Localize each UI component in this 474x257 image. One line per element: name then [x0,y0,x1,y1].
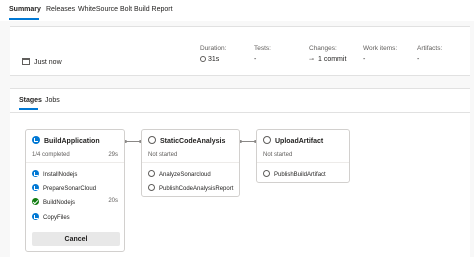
work-items-value: - [363,56,366,63]
stage-status: Not started [263,152,293,158]
cancel-button[interactable]: Cancel [32,232,120,246]
success-check-icon [32,198,39,205]
stage-duration: 29s [108,152,118,158]
job-label: PublishBuildArtifact [274,172,326,178]
running-icon [32,170,39,177]
changes-label: Changes: [309,45,337,52]
job-preparesonarcloud[interactable]: PrepareSonarCloud [32,184,96,192]
tab-summary[interactable]: Summary [9,6,41,13]
stage-uploadartifact[interactable]: UploadArtifact Not started PublishBuildA… [256,129,350,183]
job-label: InstallNodejs [43,172,78,178]
run-time-value: Just now [34,59,62,66]
changes-metric: Changes: ⊸ 1 commit [309,45,346,63]
artifacts-label: Artifacts: [417,45,443,52]
job-publishcodeanalysisreport[interactable]: PublishCodeAnalysisReport [148,184,233,192]
job-duration: 20s [108,198,118,204]
stage-name: BuildApplication [44,138,100,145]
changes-value[interactable]: 1 commit [318,56,346,63]
not-started-icon [263,136,271,144]
tab-releases[interactable]: Releases [46,6,75,13]
run-summary-card: Just now Duration: 31s Tests: - Changes:… [10,26,470,76]
divider [26,162,124,163]
run-time: Just now [22,58,62,66]
job-buildnodejs[interactable]: BuildNodejs [32,198,75,206]
running-icon [32,184,39,191]
divider [10,112,470,113]
stage-status: Not started [148,152,178,158]
stage-status: 1/4 completed [32,152,70,158]
stage-staticcodeanalysis[interactable]: StaticCodeAnalysis Not started AnalyzeSo… [141,129,240,197]
stages-card: Stages Jobs BuildApplication 1/4 complet… [10,88,470,257]
top-tab-bar: Summary Releases WhiteSource Bolt Build … [0,0,474,21]
duration-metric: Duration: 31s [200,45,226,63]
tests-value: - [254,56,257,63]
duration-value: 31s [208,56,220,63]
job-copyfiles[interactable]: CopyFiles [32,213,70,221]
stage-buildapplication[interactable]: BuildApplication 1/4 completed 29s Insta… [25,129,125,252]
job-label: AnalyzeSonarcloud [159,172,211,178]
divider [142,162,239,163]
tab-whitesource-bolt-build-report[interactable]: WhiteSource Bolt Build Report [78,6,173,13]
job-label: CopyFiles [43,215,70,221]
calendar-icon [22,58,30,65]
work-items-label: Work items: [363,45,398,52]
divider [257,162,349,163]
stage-name: UploadArtifact [275,138,324,145]
running-icon [32,136,40,144]
artifacts-value: - [417,56,420,63]
active-tab-indicator [9,18,39,20]
tests-metric: Tests: - [254,45,271,63]
job-label: PublishCodeAnalysisReport [159,186,234,192]
job-publishbuildartifact[interactable]: PublishBuildArtifact [263,170,326,178]
job-label: BuildNodejs [43,200,76,206]
running-icon [32,213,39,220]
duration-label: Duration: [200,45,227,52]
tests-label: Tests: [254,45,271,52]
not-started-icon [148,136,156,144]
stage-name: StaticCodeAnalysis [160,138,226,145]
job-installnodejs[interactable]: InstallNodejs [32,170,77,178]
job-analyzesonarcloud[interactable]: AnalyzeSonarcloud [148,170,211,178]
active-subtab-indicator [19,108,38,110]
not-started-icon [148,184,155,191]
not-started-icon [148,170,155,177]
commit-icon: ⊸ [309,57,315,63]
work-items-metric: Work items: - [363,45,397,63]
tab-stages[interactable]: Stages [19,97,42,104]
not-started-icon [263,170,270,177]
job-label: PrepareSonarCloud [43,186,97,192]
tab-jobs[interactable]: Jobs [45,97,60,104]
artifacts-metric: Artifacts: - [417,45,442,63]
clock-icon [200,56,206,62]
